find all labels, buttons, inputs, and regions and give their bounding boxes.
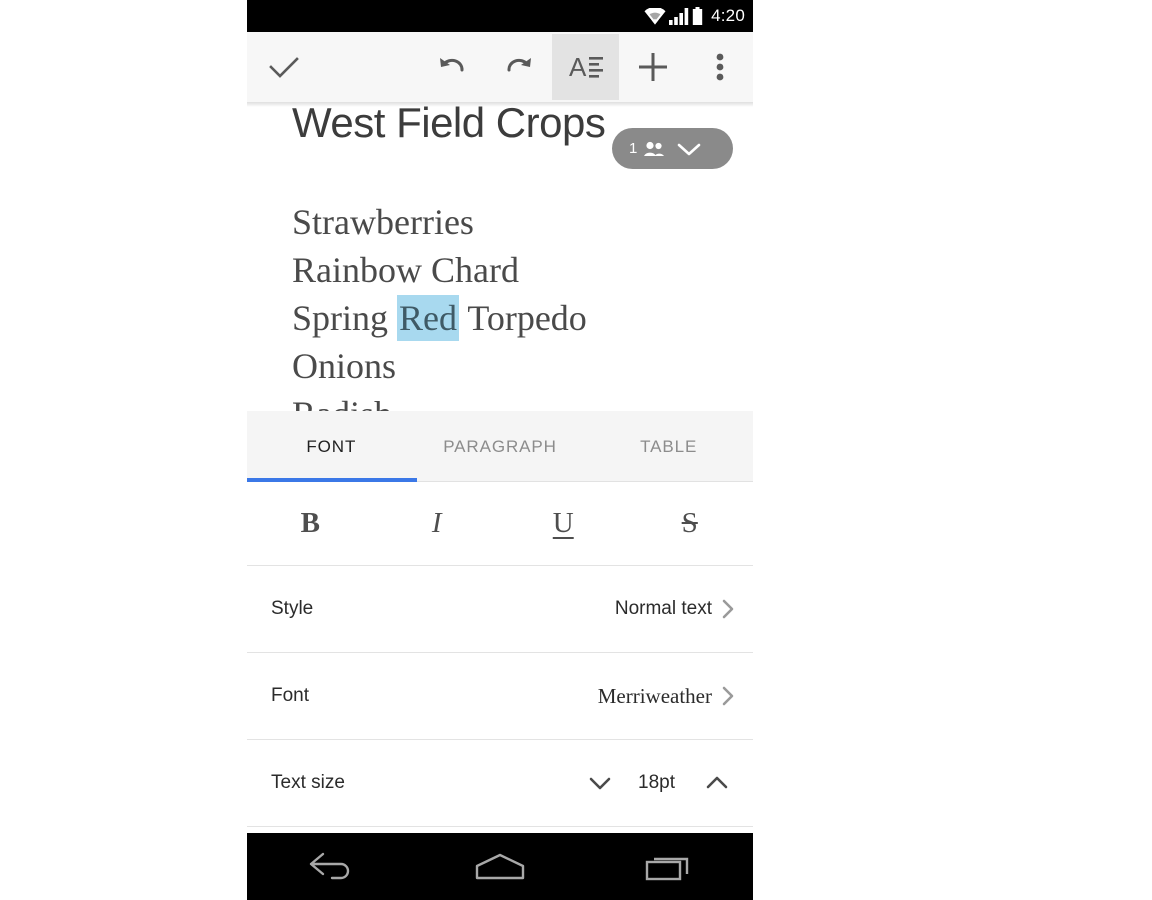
chevron-up-icon (706, 776, 728, 789)
text-style-buttons: B I U S (247, 482, 753, 565)
app-toolbar: A (247, 32, 753, 102)
overflow-menu-button[interactable] (686, 34, 753, 100)
style-value: Normal text (614, 598, 712, 619)
font-row[interactable]: Font Merriweather (247, 653, 753, 739)
font-value: Merriweather (597, 683, 712, 708)
plus-icon (638, 53, 667, 81)
recents-nav-button[interactable] (619, 852, 719, 882)
tab-paragraph[interactable]: PARAGRAPH (416, 411, 585, 482)
phone-screen: 4:20 A West Field Crops 1 Strawberries R… (247, 0, 753, 900)
tab-font[interactable]: FONT (247, 411, 416, 482)
recents-nav-icon (645, 857, 688, 880)
document-line-3: Spring Red Torpedo (292, 294, 587, 342)
status-bar-clock: 4:20 (711, 6, 745, 25)
format-tabs: FONT PARAGRAPH TABLE (247, 411, 753, 482)
collaborator-count: 1 (629, 140, 638, 157)
collaborators-badge[interactable]: 1 (612, 128, 733, 169)
overflow-menu-icon (716, 53, 723, 81)
wifi-icon (644, 7, 666, 25)
svg-text:A: A (569, 52, 587, 82)
tab-table[interactable]: TABLE (584, 411, 753, 482)
chevron-down-icon (676, 141, 702, 157)
chevron-right-icon (721, 598, 735, 620)
back-nav-icon (310, 852, 350, 879)
format-text-button[interactable]: A (552, 34, 619, 100)
chevron-down-icon (589, 777, 611, 790)
home-nav-icon (475, 853, 525, 879)
chevron-right-icon (721, 685, 735, 707)
home-nav-button[interactable] (450, 852, 550, 882)
style-label: Style (271, 598, 314, 619)
line3-before: Spring (292, 298, 398, 338)
people-icon (643, 140, 665, 158)
document-canvas[interactable]: West Field Crops 1 Strawberries Rainbow … (247, 102, 753, 422)
back-nav-button[interactable] (281, 851, 381, 883)
text-size-decrease-button[interactable] (588, 775, 612, 791)
style-row[interactable]: Style Normal text (247, 566, 753, 652)
font-label: Font (271, 685, 310, 706)
document-body[interactable]: Strawberries Rainbow Chard Spring Red To… (292, 198, 587, 390)
status-bar: 4:20 (247, 0, 753, 32)
undo-button[interactable] (418, 34, 485, 100)
document-line-2: Rainbow Chard (292, 250, 519, 290)
battery-icon (692, 7, 703, 25)
format-panel: FONT PARAGRAPH TABLE B I U S Style Norma… (247, 411, 753, 829)
italic-button[interactable]: I (374, 482, 501, 565)
android-nav-bar (247, 833, 753, 900)
format-text-icon: A (569, 52, 603, 82)
underline-button[interactable]: U (500, 482, 627, 565)
document-title[interactable]: West Field Crops (292, 102, 606, 147)
text-size-row: Text size 18pt (247, 740, 753, 826)
bold-button[interactable]: B (247, 482, 374, 565)
insert-button[interactable] (619, 34, 686, 100)
document-line-4: Onions (292, 346, 397, 386)
strikethrough-button[interactable]: S (627, 482, 754, 565)
redo-button[interactable] (485, 34, 552, 100)
divider-4 (247, 826, 753, 827)
line3-after: Torpedo (459, 298, 587, 338)
signal-icon (669, 7, 689, 25)
text-selection[interactable]: Red (397, 295, 460, 341)
text-size-value: 18pt (638, 772, 675, 793)
text-size-label: Text size (271, 772, 345, 793)
document-line-1: Strawberries (292, 202, 474, 242)
text-size-increase-button[interactable] (705, 775, 729, 791)
done-button[interactable] (247, 34, 321, 100)
